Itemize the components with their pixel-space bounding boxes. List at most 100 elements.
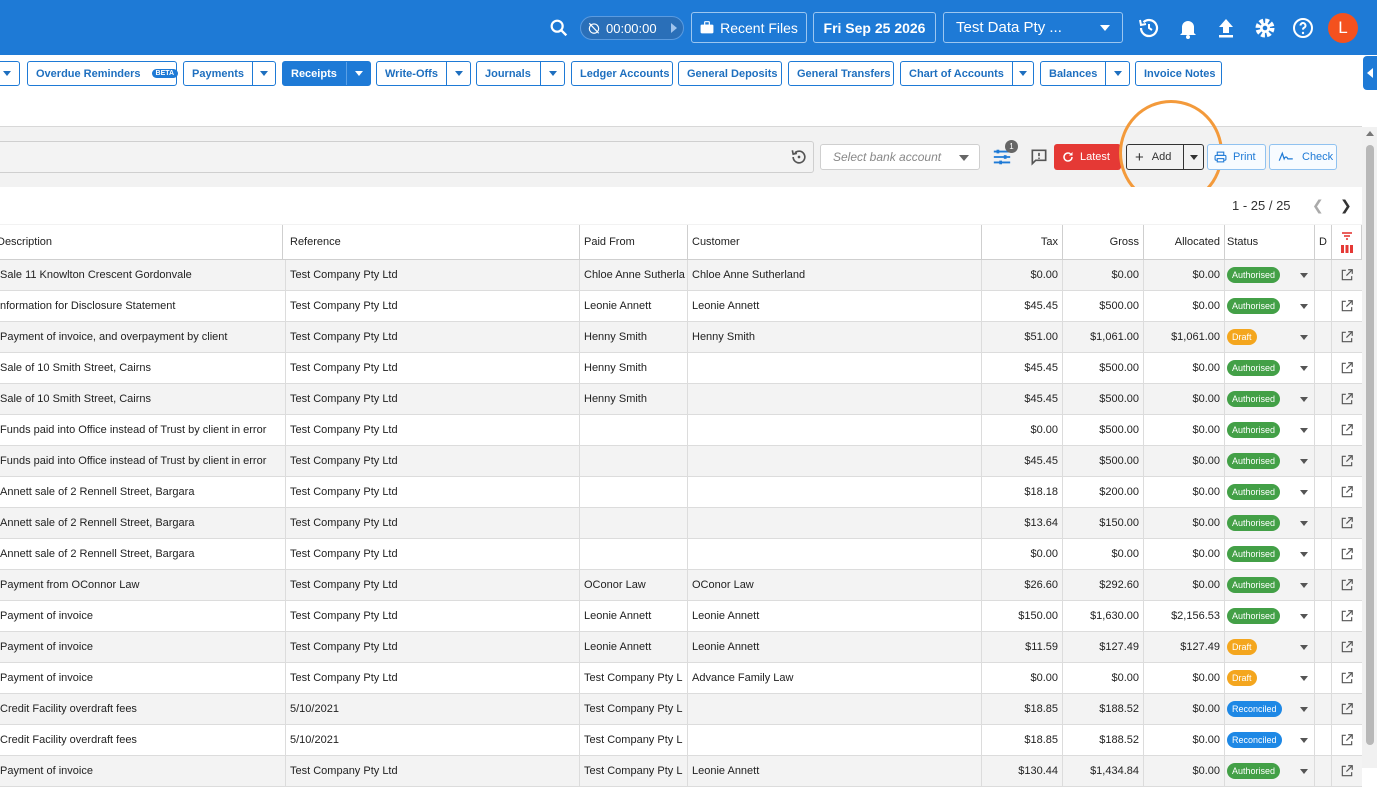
table-row[interactable]: Payment of invoice Test Company Pty Ltd Le… <box>0 632 1362 663</box>
chevron-down-icon[interactable] <box>1300 273 1308 278</box>
bank-account-select[interactable]: Select bank account <box>820 144 980 170</box>
column-header-d[interactable]: D <box>1315 225 1332 259</box>
upload-icon[interactable] <box>1214 16 1238 40</box>
column-settings[interactable] <box>1332 225 1362 259</box>
open-row-button[interactable] <box>1332 725 1362 755</box>
table-row[interactable]: Annett sale of 2 Rennell Street, Bargara… <box>0 477 1362 508</box>
latest-button[interactable]: Latest <box>1054 144 1121 170</box>
chevron-down-icon[interactable] <box>1300 521 1308 526</box>
timer-widget[interactable]: 00:00:00 <box>580 16 684 40</box>
open-row-button[interactable] <box>1332 384 1362 414</box>
tab-receipts[interactable]: Receipts <box>282 61 371 86</box>
chevron-down-icon[interactable] <box>1300 459 1308 464</box>
open-row-button[interactable] <box>1332 446 1362 476</box>
table-row[interactable]: nformation for Disclosure Statement Test … <box>0 291 1362 322</box>
tab-write-offs[interactable]: Write-Offs <box>376 61 471 86</box>
open-row-button[interactable] <box>1332 756 1362 786</box>
open-row-button[interactable] <box>1332 477 1362 507</box>
cell-status[interactable]: Authorised <box>1225 384 1315 414</box>
open-row-button[interactable] <box>1332 539 1362 569</box>
side-panel-toggle[interactable] <box>1363 56 1377 90</box>
cell-status[interactable]: Authorised <box>1225 446 1315 476</box>
cell-status[interactable]: Reconciled <box>1225 694 1315 724</box>
cell-status[interactable]: Authorised <box>1225 353 1315 383</box>
table-row[interactable]: Sale of 10 Smith Street, Cairns Test Comp… <box>0 353 1362 384</box>
table-row[interactable]: Annett sale of 2 Rennell Street, Bargara… <box>0 539 1362 570</box>
open-row-button[interactable] <box>1332 291 1362 321</box>
chevron-right-icon[interactable]: ❯ <box>1340 197 1352 214</box>
reset-icon[interactable] <box>789 147 809 167</box>
column-header-status[interactable]: Status <box>1225 225 1315 259</box>
tab-ledger-accounts[interactable]: Ledger Accounts <box>571 61 673 86</box>
cell-status[interactable]: Draft <box>1225 663 1315 693</box>
cell-status[interactable]: Authorised <box>1225 291 1315 321</box>
table-row[interactable]: Payment of invoice Test Company Pty Ltd Te… <box>0 663 1362 694</box>
open-row-button[interactable] <box>1332 694 1362 724</box>
tab-journals[interactable]: Journals <box>476 61 565 86</box>
chevron-down-icon[interactable] <box>1300 490 1308 495</box>
chevron-down-icon[interactable] <box>540 62 564 85</box>
table-row[interactable]: Funds paid into Office instead of Trust … <box>0 446 1362 477</box>
cell-status[interactable]: Authorised <box>1225 477 1315 507</box>
cell-status[interactable]: Authorised <box>1225 415 1315 445</box>
chevron-down-icon[interactable] <box>1300 304 1308 309</box>
cell-status[interactable]: Authorised <box>1225 570 1315 600</box>
avatar[interactable]: L <box>1328 13 1358 43</box>
check-button[interactable]: Check <box>1269 144 1337 170</box>
cell-status[interactable]: Draft <box>1225 322 1315 352</box>
column-header-description[interactable]: Description <box>0 225 283 259</box>
table-row[interactable]: Payment of invoice, and overpayment by c… <box>0 322 1362 353</box>
open-row-button[interactable] <box>1332 663 1362 693</box>
scrollbar-thumb[interactable] <box>1366 145 1374 745</box>
table-row[interactable]: Payment of invoice Test Company Pty Ltd Te… <box>0 756 1362 787</box>
open-row-button[interactable] <box>1332 322 1362 352</box>
column-header-tax[interactable]: Tax <box>982 225 1063 259</box>
scroll-up-arrow[interactable] <box>1366 131 1374 136</box>
cell-status[interactable]: Authorised <box>1225 539 1315 569</box>
cell-status[interactable]: Draft <box>1225 632 1315 662</box>
search-icon[interactable] <box>548 17 570 39</box>
chevron-down-icon[interactable] <box>1105 62 1129 85</box>
column-header-allocated[interactable]: Allocated <box>1144 225 1225 259</box>
recent-files-button[interactable]: Recent Files <box>691 12 807 43</box>
chevron-down-icon[interactable] <box>1300 366 1308 371</box>
chevron-down-icon[interactable] <box>1300 552 1308 557</box>
column-header-paid-from[interactable]: Paid From <box>580 225 688 259</box>
play-icon[interactable] <box>671 23 677 33</box>
tab-payments[interactable]: Payments <box>183 61 276 86</box>
chevron-down-icon[interactable] <box>1300 335 1308 340</box>
open-row-button[interactable] <box>1332 508 1362 538</box>
tab-chart-of-accounts[interactable]: Chart of Accounts <box>900 61 1034 86</box>
open-row-button[interactable] <box>1332 353 1362 383</box>
column-filter-icon[interactable] <box>1340 230 1354 254</box>
table-row[interactable]: Payment of invoice Test Company Pty Ltd Le… <box>0 601 1362 632</box>
gear-icon[interactable] <box>1253 16 1277 40</box>
chevron-down-icon[interactable] <box>1300 769 1308 774</box>
cell-status[interactable]: Authorised <box>1225 601 1315 631</box>
chevron-down-icon[interactable] <box>446 62 470 85</box>
table-row[interactable]: Sale 11 Knowlton Crescent Gordonvale Test… <box>0 260 1362 291</box>
cell-status[interactable]: Authorised <box>1225 260 1315 290</box>
chevron-down-icon[interactable] <box>1300 738 1308 743</box>
tab-invoice-notes[interactable]: Invoice Notes <box>1135 61 1222 86</box>
open-row-button[interactable] <box>1332 570 1362 600</box>
table-row[interactable]: Credit Facility overdraft fees 5/10/2021 T… <box>0 725 1362 756</box>
column-header-gross[interactable]: Gross <box>1063 225 1144 259</box>
table-row[interactable]: Sale of 10 Smith Street, Cairns Test Comp… <box>0 384 1362 415</box>
open-row-button[interactable] <box>1332 632 1362 662</box>
history-icon[interactable] <box>1137 16 1161 40</box>
cell-status[interactable]: Authorised <box>1225 508 1315 538</box>
bell-icon[interactable] <box>1176 16 1200 40</box>
chevron-down-icon[interactable] <box>1300 707 1308 712</box>
table-row[interactable]: Funds paid into Office instead of Trust … <box>0 415 1362 446</box>
open-row-button[interactable] <box>1332 260 1362 290</box>
feedback-icon[interactable] <box>1029 147 1049 167</box>
chevron-down-icon[interactable] <box>1011 62 1033 85</box>
date-button[interactable]: Fri Sep 25 2026 <box>813 12 936 43</box>
table-row[interactable]: Annett sale of 2 Rennell Street, Bargara… <box>0 508 1362 539</box>
chevron-down-icon[interactable] <box>1300 676 1308 681</box>
cell-status[interactable]: Authorised <box>1225 756 1315 786</box>
chevron-down-icon[interactable] <box>1300 645 1308 650</box>
chevron-down-icon[interactable] <box>251 62 275 85</box>
open-row-button[interactable] <box>1332 601 1362 631</box>
